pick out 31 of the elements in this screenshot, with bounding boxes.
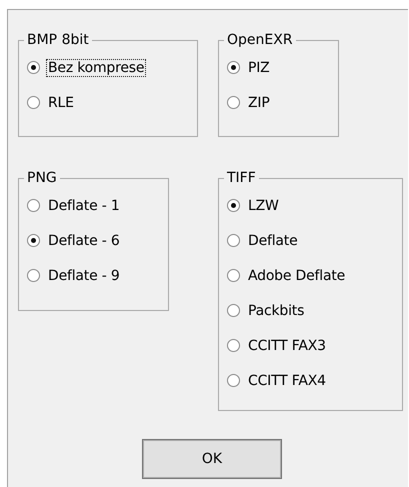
radio-option[interactable]: Adobe Deflate [227, 258, 348, 293]
radio-option[interactable]: Deflate - 9 [27, 258, 122, 293]
radio-option[interactable]: Deflate - 6 [27, 223, 122, 258]
radio-button[interactable] [27, 199, 40, 212]
group-title: PNG [26, 170, 58, 186]
radio-option[interactable]: CCITT FAX3 [227, 328, 328, 363]
radio-option[interactable]: PIZ [227, 50, 272, 85]
radio-option[interactable]: Deflate - 1 [27, 188, 122, 223]
radio-button[interactable] [227, 199, 240, 212]
ok-button[interactable]: OK [142, 439, 282, 479]
radio-button[interactable] [227, 304, 240, 317]
radio-option[interactable]: LZW [227, 188, 281, 223]
radio-button[interactable] [227, 269, 240, 282]
radio-button[interactable] [227, 61, 240, 74]
radio-button[interactable] [27, 269, 40, 282]
group-title: TIFF [226, 170, 257, 186]
radio-button[interactable] [227, 96, 240, 109]
radio-option[interactable]: RLE [27, 85, 76, 120]
radio-option[interactable]: ZIP [227, 85, 272, 120]
radio-button[interactable] [227, 374, 240, 387]
radio-button[interactable] [227, 339, 240, 352]
group-title: BMP 8bit [26, 32, 90, 48]
radio-button[interactable] [27, 234, 40, 247]
radio-option[interactable]: Bez komprese [27, 50, 146, 85]
radio-option[interactable]: CCITT FAX4 [227, 363, 328, 398]
radio-button[interactable] [227, 234, 240, 247]
radio-option[interactable]: Packbits [227, 293, 306, 328]
radio-option[interactable]: Deflate [227, 223, 300, 258]
group-title: OpenEXR [226, 32, 294, 48]
radio-button[interactable] [27, 96, 40, 109]
radio-button[interactable] [27, 61, 40, 74]
